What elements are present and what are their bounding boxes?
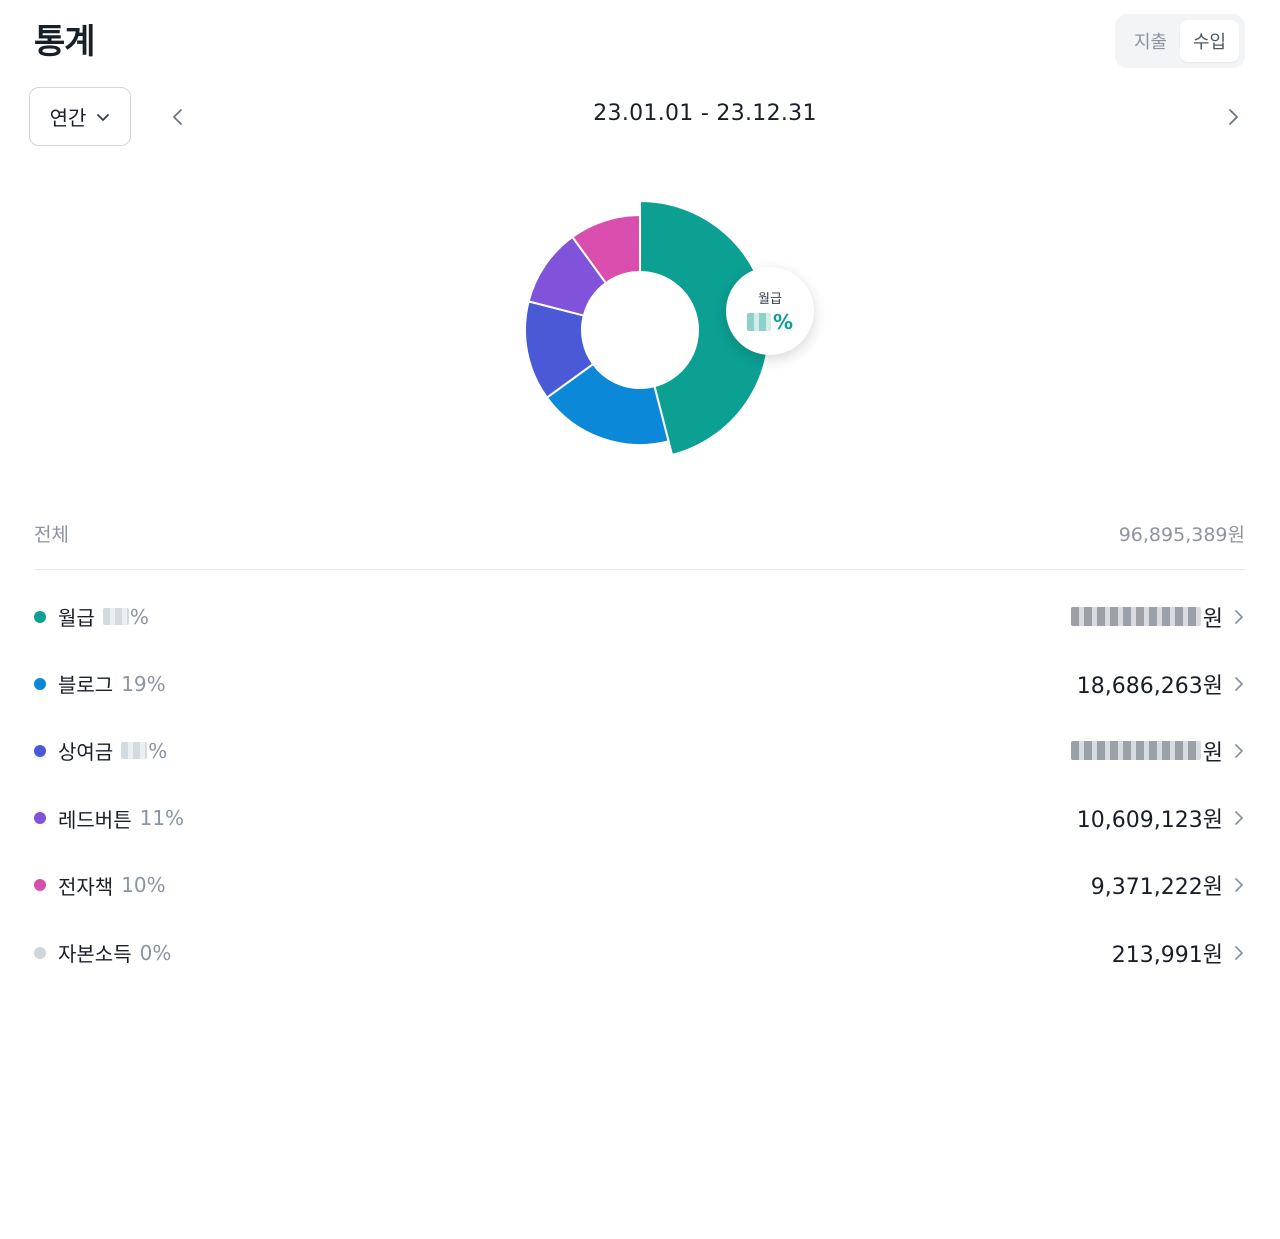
category-color-dot [34,946,46,959]
category-name: 월급 [58,606,95,631]
chevron-right-icon [1235,811,1243,826]
category-percent: 11% [140,806,184,830]
category-color-dot [34,610,46,623]
next-period-button[interactable] [1218,102,1248,132]
period-select[interactable]: 연간 [29,87,131,146]
chevron-right-icon [1229,109,1238,125]
category-amount: 10,609,123원 [1076,808,1223,834]
category-percent: % [121,739,167,763]
category-percent-value: 19% [121,671,166,696]
callout-percent: % [746,310,794,334]
category-color-dot [34,879,46,892]
callout-percent-suffix: % [772,310,794,334]
category-row[interactable]: 전자책 10% 9,371,222원 [34,852,1245,919]
category-amount: 원 [1202,606,1223,632]
category-percent-value: % [129,604,149,629]
callout-label: 월급 [758,292,782,307]
chevron-right-icon [1235,676,1243,691]
category-row[interactable]: 월급 % 원 [34,583,1245,650]
chevron-right-icon [1235,609,1243,624]
category-percent: 19% [121,672,165,696]
category-percent-value: 10% [121,873,166,898]
category-row[interactable]: 블로그 19% 18,686,263원 [34,650,1245,717]
page-title: 통계 [34,22,96,62]
category-percent-value: 11% [139,806,185,831]
masked-number [121,742,148,760]
category-name: 상여금 [58,740,114,765]
total-row: 전체 96,895,389원 [34,520,1245,547]
category-percent: 10% [121,873,165,897]
category-color-dot [34,812,46,825]
category-row[interactable]: 레드버튼 11% 10,609,123원 [34,785,1245,852]
selected-category-callout: 월급 % [726,267,814,355]
masked-number [102,608,129,626]
category-percent: % [102,604,149,629]
category-color-dot [34,744,46,757]
chevron-down-icon [97,113,110,121]
category-row[interactable]: 상여금 % 원 [34,717,1245,784]
category-color-dot [34,677,46,690]
divider [34,569,1245,570]
category-amount: 18,686,263원 [1076,673,1223,699]
toggle-income[interactable]: 수입 [1180,20,1239,62]
category-name: 레드버튼 [58,807,132,832]
masked-number [746,313,771,331]
prev-period-button[interactable] [163,102,193,132]
category-amount: 213,991원 [1111,942,1223,968]
total-label: 전체 [34,524,69,546]
category-row[interactable]: 자본소득 0% 213,991원 [34,919,1245,986]
date-range: 23.01.01 - 23.12.31 [593,101,817,126]
category-percent-value: % [148,738,168,763]
masked-amount [1070,741,1201,761]
masked-amount [1070,607,1201,627]
category-percent: 0% [140,941,172,965]
type-toggle: 지출 수입 [1115,14,1245,68]
chevron-right-icon [1235,945,1243,960]
chevron-left-icon [173,109,182,125]
toggle-expense[interactable]: 지출 [1121,20,1180,62]
category-percent-value: 0% [139,940,172,965]
chevron-right-icon [1235,744,1243,758]
category-list: 월급 % 원 블로그 19% 18,686,263원 상여금 % 원 레드버튼 [34,583,1245,986]
chevron-right-icon [1235,878,1243,893]
category-name: 자본소득 [58,942,132,967]
period-label: 연간 [49,106,87,130]
total-amount: 96,895,389원 [1118,524,1245,546]
category-name: 블로그 [58,673,114,698]
category-name: 전자책 [58,874,114,899]
category-amount: 원 [1202,740,1223,766]
category-amount: 9,371,222원 [1090,875,1223,901]
